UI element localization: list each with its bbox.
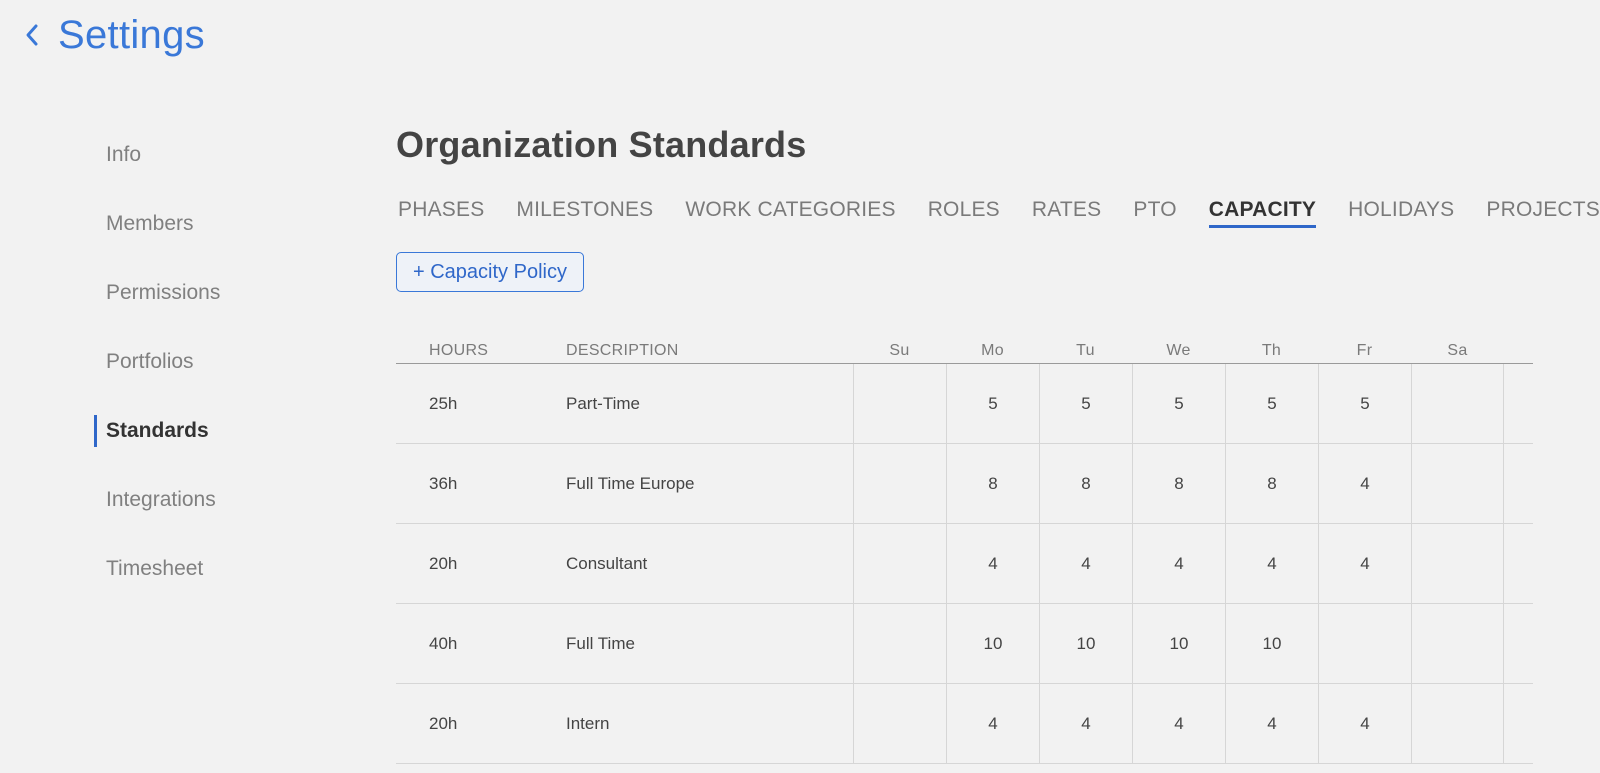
column-header-day: Tu bbox=[1076, 342, 1095, 359]
settings-sidebar: Info Members Permissions Portfolios Stan… bbox=[94, 120, 334, 603]
hours-cell: 20h bbox=[429, 553, 458, 573]
hours-cell: 40h bbox=[429, 633, 458, 653]
day-cell: 5 bbox=[946, 364, 1039, 443]
sidebar-item-portfolios[interactable]: Portfolios bbox=[94, 327, 334, 396]
column-header-day: Fr bbox=[1356, 342, 1373, 359]
sidebar-item-permissions[interactable]: Permissions bbox=[94, 258, 334, 327]
settings-header[interactable]: Settings bbox=[20, 12, 205, 58]
day-cell: 4 bbox=[1318, 444, 1411, 523]
table-row[interactable]: 36h Full Time Europe 8 8 8 8 4 bbox=[396, 444, 1533, 524]
day-cell: 4 bbox=[1039, 524, 1132, 603]
sidebar-item-integrations[interactable]: Integrations bbox=[94, 465, 334, 534]
day-cell bbox=[853, 444, 946, 523]
table-header: HOURS DESCRIPTION Su Mo Tu We Th Fr Sa bbox=[396, 338, 1533, 364]
add-capacity-policy-button[interactable]: + Capacity Policy bbox=[396, 252, 584, 292]
description-cell: Full Time Europe bbox=[566, 473, 695, 493]
description-cell: Full Time bbox=[566, 633, 635, 653]
column-header-day: Th bbox=[1261, 342, 1282, 359]
day-cell bbox=[1318, 604, 1411, 683]
page-title: Organization Standards bbox=[396, 124, 807, 165]
day-cell bbox=[853, 684, 946, 763]
day-cell: 4 bbox=[946, 524, 1039, 603]
sidebar-item-label: Portfolios bbox=[106, 349, 194, 373]
standards-tabs: PHASES MILESTONES WORK CATEGORIES ROLES … bbox=[398, 198, 1600, 228]
header-title[interactable]: Settings bbox=[58, 12, 205, 58]
column-header-day: Sa bbox=[1447, 342, 1468, 359]
day-cell bbox=[1411, 364, 1504, 443]
sidebar-item-label: Info bbox=[106, 142, 142, 166]
day-cell: 4 bbox=[1039, 684, 1132, 763]
settings-page: Settings Info Members Permissions Portfo… bbox=[0, 0, 1600, 773]
sidebar-item-info[interactable]: Info bbox=[94, 120, 334, 189]
column-header-day: Su bbox=[889, 342, 910, 359]
day-cell: 4 bbox=[1225, 524, 1318, 603]
tab-milestones[interactable]: MILESTONES bbox=[516, 198, 653, 228]
day-cell: 5 bbox=[1225, 364, 1318, 443]
day-cell bbox=[1411, 604, 1504, 683]
sidebar-item-timesheet[interactable]: Timesheet bbox=[94, 534, 334, 603]
hours-cell: 25h bbox=[429, 393, 458, 413]
sidebar-item-standards[interactable]: Standards bbox=[94, 396, 334, 465]
day-cell bbox=[1411, 524, 1504, 603]
tab-phases[interactable]: PHASES bbox=[398, 198, 484, 228]
day-cell bbox=[853, 364, 946, 443]
chevron-left-icon[interactable] bbox=[20, 23, 44, 47]
day-cell: 5 bbox=[1039, 364, 1132, 443]
table-row[interactable]: 20h Consultant 4 4 4 4 4 bbox=[396, 524, 1533, 604]
sidebar-item-label: Permissions bbox=[106, 280, 221, 304]
description-cell: Consultant bbox=[566, 553, 648, 573]
column-header-hours[interactable]: HOURS bbox=[396, 338, 566, 363]
day-cell: 4 bbox=[1318, 524, 1411, 603]
table-row[interactable]: 20h Intern 4 4 4 4 4 bbox=[396, 684, 1533, 764]
description-cell: Intern bbox=[566, 713, 610, 733]
sidebar-item-members[interactable]: Members bbox=[94, 189, 334, 258]
hours-cell: 36h bbox=[429, 473, 458, 493]
day-cell: 5 bbox=[1132, 364, 1225, 443]
column-header-day: We bbox=[1166, 342, 1191, 359]
day-cell: 4 bbox=[1318, 684, 1411, 763]
day-cell: 8 bbox=[1039, 444, 1132, 523]
day-cell: 8 bbox=[946, 444, 1039, 523]
day-cell: 10 bbox=[1132, 604, 1225, 683]
sidebar-item-label: Members bbox=[106, 211, 194, 235]
day-cell: 8 bbox=[1132, 444, 1225, 523]
tab-work-categories[interactable]: WORK CATEGORIES bbox=[685, 198, 895, 228]
tab-holidays[interactable]: HOLIDAYS bbox=[1348, 198, 1454, 228]
day-cell: 4 bbox=[1225, 684, 1318, 763]
tab-roles[interactable]: ROLES bbox=[928, 198, 1000, 228]
tab-rates[interactable]: RATES bbox=[1032, 198, 1101, 228]
day-cell bbox=[853, 604, 946, 683]
day-cell bbox=[853, 524, 946, 603]
main-content: Organization Standards PHASES MILESTONES… bbox=[396, 122, 1600, 292]
table-row[interactable]: 25h Part-Time 5 5 5 5 5 bbox=[396, 364, 1533, 444]
column-header-description[interactable]: DESCRIPTION bbox=[566, 338, 853, 363]
day-cell bbox=[1411, 684, 1504, 763]
column-header-day: Mo bbox=[981, 342, 1004, 359]
day-cell: 10 bbox=[1039, 604, 1132, 683]
day-cell: 10 bbox=[1225, 604, 1318, 683]
sidebar-item-label: Integrations bbox=[106, 487, 216, 511]
day-cell: 4 bbox=[1132, 684, 1225, 763]
day-cell: 8 bbox=[1225, 444, 1318, 523]
day-cell bbox=[1411, 444, 1504, 523]
capacity-table: HOURS DESCRIPTION Su Mo Tu We Th Fr Sa 2… bbox=[396, 338, 1533, 764]
sidebar-item-label: Standards bbox=[106, 418, 209, 442]
day-cell: 4 bbox=[1132, 524, 1225, 603]
day-cell: 4 bbox=[946, 684, 1039, 763]
table-row[interactable]: 40h Full Time 10 10 10 10 bbox=[396, 604, 1533, 684]
day-cell: 5 bbox=[1318, 364, 1411, 443]
description-cell: Part-Time bbox=[566, 393, 640, 413]
day-cell: 10 bbox=[946, 604, 1039, 683]
tab-projects[interactable]: PROJECTS bbox=[1486, 198, 1600, 228]
tab-capacity[interactable]: CAPACITY bbox=[1208, 198, 1317, 228]
sidebar-item-label: Timesheet bbox=[106, 556, 204, 580]
hours-cell: 20h bbox=[429, 713, 458, 733]
tab-pto[interactable]: PTO bbox=[1133, 198, 1176, 228]
